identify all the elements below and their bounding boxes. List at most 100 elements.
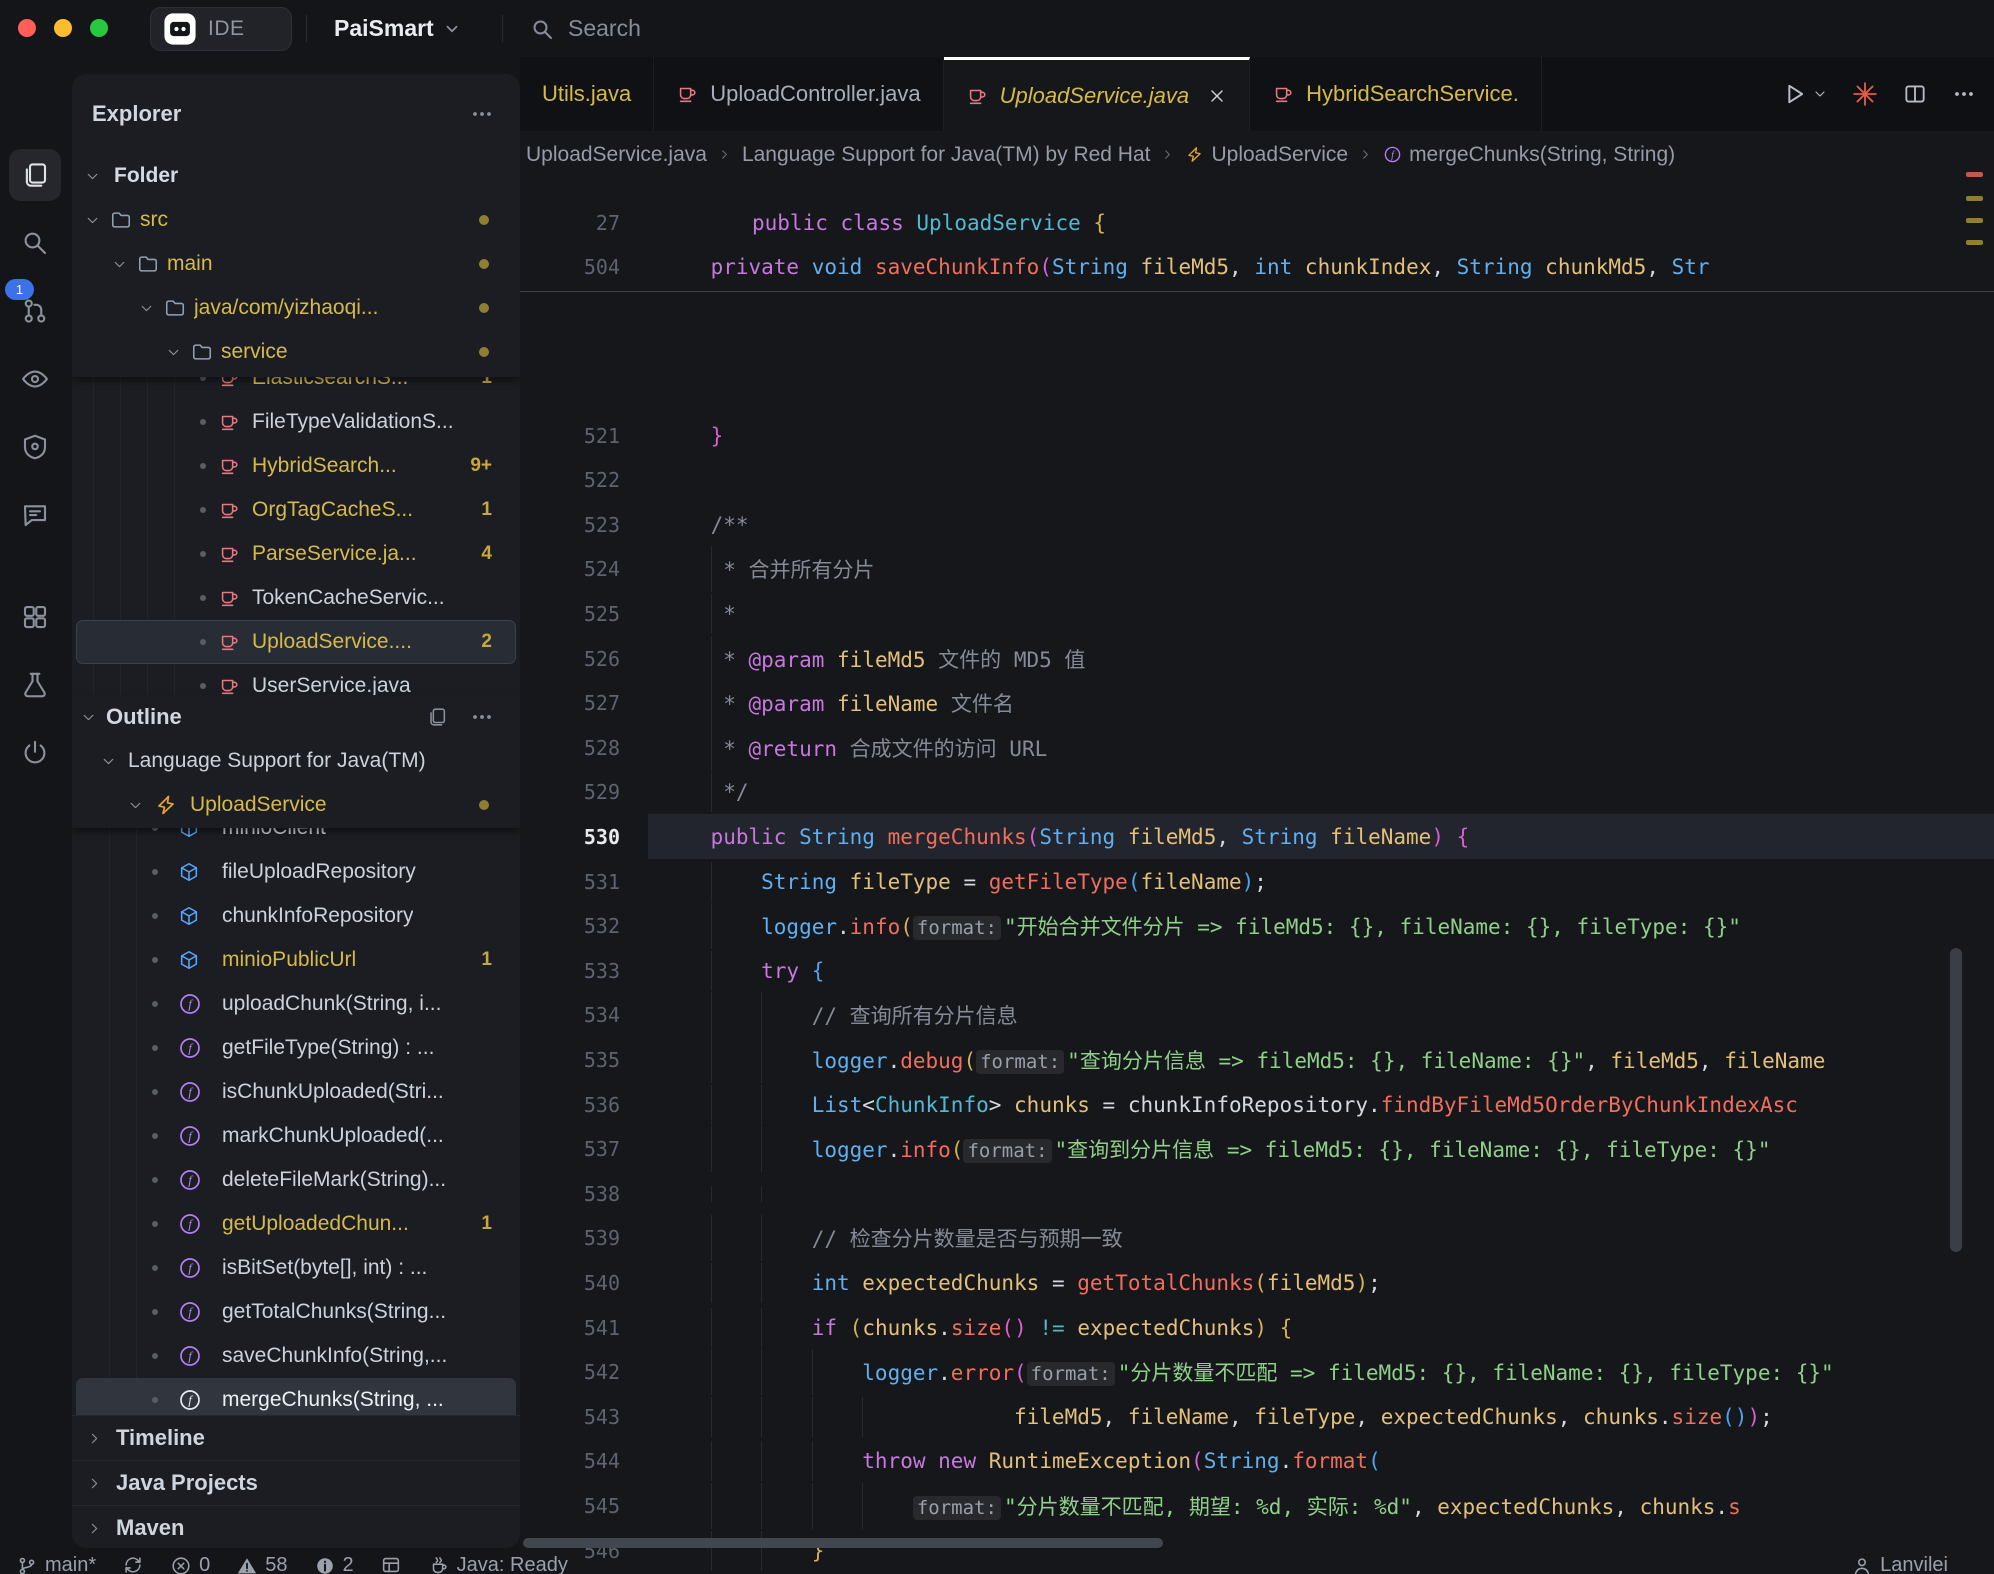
tree-file-TokenCacheServic[interactable]: TokenCacheServic... xyxy=(72,576,520,620)
code-line-535[interactable]: 535 logger.debug(format:"查询分片信息 => fileM… xyxy=(520,1037,1994,1082)
code-line-525[interactable]: 525 * xyxy=(520,591,1994,636)
minimize-window-button[interactable] xyxy=(54,19,72,37)
code-line-521[interactable]: 521 } xyxy=(520,413,1994,458)
tree-file-HybridSearch[interactable]: HybridSearch...9+ xyxy=(72,444,520,488)
outline-item-minioPublicUrl[interactable]: minioPublicUrl1 xyxy=(72,938,520,982)
code-line-544[interactable]: 544 throw new RuntimeException(String.fo… xyxy=(520,1439,1994,1484)
code-line-531[interactable]: 531 String fileType = getFileType(fileNa… xyxy=(520,859,1994,904)
maximize-window-button[interactable] xyxy=(90,19,108,37)
status-java[interactable]: Java: Ready xyxy=(428,1554,568,1574)
activity-item-source-control[interactable]: 1 xyxy=(9,285,61,337)
tree-folder-javacomyizhaoqi[interactable]: java/com/yizhaoqi... xyxy=(72,286,520,330)
status-info[interactable]: 2 xyxy=(314,1554,354,1574)
editor-tab-Utilsjava[interactable]: Utils.java xyxy=(520,57,654,131)
outline-root[interactable]: Language Support for Java(TM) xyxy=(72,739,520,783)
code-line-541[interactable]: 541 if (chunks.size() != expectedChunks)… xyxy=(520,1305,1994,1350)
code-line-532[interactable]: 532 logger.info(format:"开始合并文件分片 => file… xyxy=(520,904,1994,949)
status-sync[interactable] xyxy=(122,1554,144,1574)
outline-item-getUploadedChun[interactable]: fgetUploadedChun...1 xyxy=(72,1202,520,1246)
editor-tab-UploadControllerjava[interactable]: UploadController.java xyxy=(654,57,943,131)
activity-item-power[interactable] xyxy=(9,727,61,779)
code-area[interactable]: 521 } 522 523 /** 524 * 合并所有分片 525 * 526… xyxy=(520,178,1994,1574)
editor-tab-HybridSearchService[interactable]: HybridSearchService. xyxy=(1250,57,1542,131)
run-dropdown-icon[interactable] xyxy=(1812,86,1828,102)
code-line-522[interactable]: 522 xyxy=(520,458,1994,503)
outline-item-markChunkUploaded[interactable]: fmarkChunkUploaded(... xyxy=(72,1114,520,1158)
code-line-504[interactable]: 504 private void saveChunkInfo(String fi… xyxy=(520,245,1994,290)
code-line-528[interactable]: 528 * @return 合成文件的访问 URL xyxy=(520,725,1994,770)
tree-file-FileTypeValidationS[interactable]: FileTypeValidationS... xyxy=(72,400,520,444)
status-branch[interactable]: main* xyxy=(16,1554,96,1574)
project-switcher[interactable]: PaiSmart xyxy=(334,0,461,57)
section-maven[interactable]: Maven xyxy=(72,1505,520,1548)
code-line-526[interactable]: 526 * @param fileMd5 文件的 MD5 值 xyxy=(520,636,1994,681)
code-line-527[interactable]: 527 * @param fileName 文件名 xyxy=(520,681,1994,726)
tree-file-UploadService[interactable]: UploadService....2 xyxy=(72,620,520,664)
code-line-534[interactable]: 534 // 查询所有分片信息 xyxy=(520,993,1994,1038)
code-line-27[interactable]: 27 public class UploadService { xyxy=(520,200,1994,245)
outline-item-chunkInfoRepository[interactable]: chunkInfoRepository xyxy=(72,894,520,938)
activity-item-explorer[interactable] xyxy=(9,149,61,201)
activity-item-preview[interactable] xyxy=(9,353,61,405)
more-actions-icon[interactable] xyxy=(470,705,494,729)
tree-folder-src[interactable]: src xyxy=(72,198,520,242)
outline-item-deleteFileMarkString[interactable]: fdeleteFileMark(String)... xyxy=(72,1158,520,1202)
section-java-projects[interactable]: Java Projects xyxy=(72,1460,520,1505)
run-button[interactable] xyxy=(1780,80,1808,108)
outline-item-fileUploadRepository[interactable]: fileUploadRepository xyxy=(72,850,520,894)
outline-item-uploadChunkStringi[interactable]: fuploadChunk(String, i... xyxy=(72,982,520,1026)
code-line-537[interactable]: 537 logger.info(format:"查询到分片信息 => fileM… xyxy=(520,1127,1994,1172)
outline-item-isChunkUploadedStri[interactable]: fisChunkUploaded(Stri... xyxy=(72,1070,520,1114)
more-actions-icon[interactable] xyxy=(470,102,494,126)
tree-folder-service[interactable]: service xyxy=(72,330,520,374)
activity-item-comments[interactable] xyxy=(9,489,61,541)
code-line-524[interactable]: 524 * 合并所有分片 xyxy=(520,547,1994,592)
outline-item-getTotalChunksString[interactable]: fgetTotalChunks(String... xyxy=(72,1290,520,1334)
breadcrumb-item[interactable]: f mergeChunks(String, String) xyxy=(1383,143,1675,167)
explorer-header[interactable]: Explorer xyxy=(72,92,520,136)
breadcrumb-item[interactable]: UploadService xyxy=(1185,143,1348,167)
activity-item-extensions[interactable] xyxy=(9,591,61,643)
outline-header[interactable]: Outline xyxy=(72,695,520,739)
breadcrumb-item[interactable]: UploadService.java xyxy=(526,143,707,167)
tree-folder-Folder[interactable]: Folder xyxy=(72,154,520,198)
code-line-530[interactable]: 530 public String mergeChunks(String fil… xyxy=(520,814,1994,859)
status-panel[interactable] xyxy=(380,1554,402,1574)
code-line-545[interactable]: 545 format:"分片数量不匹配, 期望: %d, 实际: %d", ex… xyxy=(520,1483,1994,1528)
global-search[interactable]: Search xyxy=(530,0,641,57)
section-timeline[interactable]: Timeline xyxy=(72,1415,520,1460)
outline-item-isBitSetbyteint[interactable]: fisBitSet(byte[], int) : ... xyxy=(72,1246,520,1290)
code-line-542[interactable]: 542 logger.error(format:"分片数量不匹配 => file… xyxy=(520,1350,1994,1395)
ai-burst-icon[interactable] xyxy=(1852,81,1878,107)
tree-folder-main[interactable]: main xyxy=(72,242,520,286)
outline-item-saveChunkInfoString[interactable]: fsaveChunkInfo(String,... xyxy=(72,1334,520,1378)
breadcrumb-item[interactable]: Language Support for Java(TM) by Red Hat xyxy=(742,143,1151,167)
status-person[interactable]: Lanvilei xyxy=(1851,1554,1948,1574)
code-line-536[interactable]: 536 List<ChunkInfo> chunks = chunkInfoRe… xyxy=(520,1082,1994,1127)
copy-icon[interactable] xyxy=(426,706,448,728)
horizontal-scrollbar[interactable] xyxy=(523,1538,1163,1548)
tree-file-OrgTagCacheS[interactable]: OrgTagCacheS...1 xyxy=(72,488,520,532)
activity-item-security[interactable] xyxy=(9,421,61,473)
code-line-543[interactable]: 543 fileMd5, fileName, fileType, expecte… xyxy=(520,1394,1994,1439)
code-line-539[interactable]: 539 // 检查分片数量是否与预期一致 xyxy=(520,1216,1994,1261)
status-error[interactable]: 0 xyxy=(170,1554,210,1574)
tree-file-ParseServiceja[interactable]: ParseService.ja...4 xyxy=(72,532,520,576)
close-icon[interactable] xyxy=(1207,86,1227,106)
outline-item-getFileTypeString[interactable]: fgetFileType(String) : ... xyxy=(72,1026,520,1070)
code-line-533[interactable]: 533 try { xyxy=(520,948,1994,993)
editor-tab-UploadServicejava[interactable]: UploadService.java xyxy=(944,57,1251,131)
code-line-538[interactable]: 538 xyxy=(520,1171,1994,1216)
outline-class-UploadService[interactable]: UploadService xyxy=(72,783,520,827)
split-editor-icon[interactable] xyxy=(1902,81,1928,107)
vertical-scrollbar[interactable] xyxy=(1950,948,1962,1252)
close-window-button[interactable] xyxy=(18,19,36,37)
activity-item-testing[interactable] xyxy=(9,659,61,711)
code-line-523[interactable]: 523 /** xyxy=(520,502,1994,547)
activity-item-search[interactable] xyxy=(9,217,61,269)
code-line-540[interactable]: 540 int expectedChunks = getTotalChunks(… xyxy=(520,1260,1994,1305)
status-warning[interactable]: 58 xyxy=(236,1554,287,1574)
app-logo-button[interactable]: IDE xyxy=(150,7,292,51)
code-line-529[interactable]: 529 */ xyxy=(520,770,1994,815)
more-actions-icon[interactable] xyxy=(1952,82,1976,106)
